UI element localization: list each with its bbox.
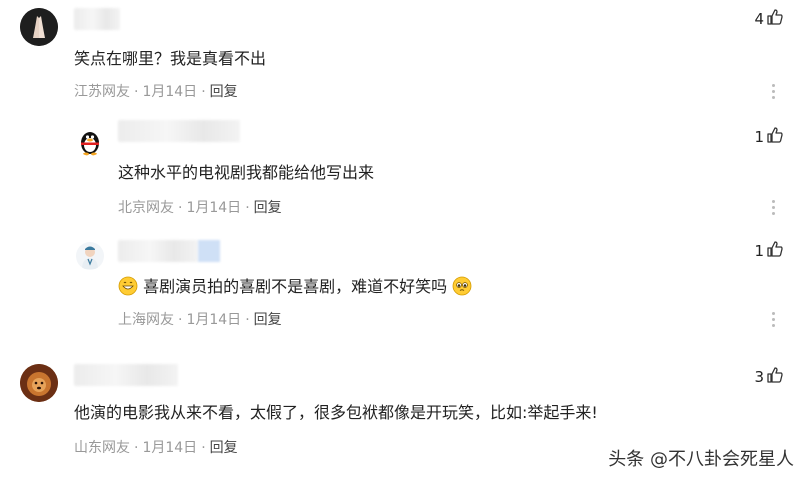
pleading-emoji-icon <box>452 276 472 296</box>
comment-date: 1月14日 <box>142 84 198 100</box>
comment-location: 山东网友 <box>74 440 130 456</box>
comment-text-row: 喜剧演员拍的喜剧不是喜剧，难道不好笑吗 <box>118 276 472 298</box>
like-count: 3 <box>754 368 764 386</box>
comment-text: 这种水平的电视剧我都能给他写出来 <box>118 163 375 182</box>
reply-button[interactable]: 回复 <box>210 84 238 100</box>
comment-date: 1月14日 <box>186 312 242 328</box>
like-count: 1 <box>754 128 764 146</box>
comment-location: 江苏网友 <box>74 84 130 100</box>
blurred-username <box>74 364 178 386</box>
lion-avatar-icon[interactable] <box>20 364 58 402</box>
like-counter[interactable]: 1 <box>754 126 784 148</box>
thumbs-up-icon[interactable] <box>766 240 784 262</box>
comment-date: 1月14日 <box>186 200 242 216</box>
comment-text: 他演的电影我从来不看，太假了，很多包袱都像是开玩笑，比如:举起手来! <box>74 403 598 422</box>
meta-separator: · <box>245 312 250 328</box>
praying-hands-avatar-icon[interactable] <box>20 8 58 46</box>
reply-button[interactable]: 回复 <box>254 200 282 216</box>
like-counter[interactable]: 3 <box>754 366 784 388</box>
blurred-username-accent <box>198 240 220 262</box>
like-count: 1 <box>754 242 764 260</box>
comment-text: 笑点在哪里？我是真看不出 <box>74 49 267 68</box>
like-counter[interactable]: 4 <box>754 8 784 30</box>
comment-text: 喜剧演员拍的喜剧不是喜剧，难道不好笑吗 <box>143 277 448 296</box>
comment-meta: 江苏网友 · 1月14日 · 回复 <box>74 82 238 102</box>
comment-meta: 北京网友 · 1月14日 · 回复 <box>118 198 282 218</box>
blurred-username <box>118 120 240 142</box>
penguin-avatar-icon[interactable] <box>76 128 104 156</box>
meta-separator: · <box>134 84 139 100</box>
comment-meta: 山东网友 · 1月14日 · 回复 <box>74 438 238 458</box>
reply-button[interactable]: 回复 <box>210 440 238 456</box>
doctor-avatar-icon[interactable] <box>76 242 104 270</box>
more-options-icon[interactable] <box>772 200 776 218</box>
comment-item: 1 这种水平的电视剧我都能给他写出来 北京网友 · 1月14日 · 回复 <box>0 118 808 232</box>
meta-separator: · <box>201 440 206 456</box>
blurred-username <box>74 8 120 30</box>
thumbs-up-icon[interactable] <box>766 126 784 148</box>
watermark: 头条 @不八卦会死星人 <box>608 449 794 470</box>
meta-separator: · <box>245 200 250 216</box>
thumbs-up-icon[interactable] <box>766 366 784 388</box>
like-counter[interactable]: 1 <box>754 240 784 262</box>
comment-item: 4 笑点在哪里？我是真看不出 江苏网友 · 1月14日 · 回复 <box>0 0 808 118</box>
meta-separator: · <box>201 84 206 100</box>
blurred-username <box>118 240 198 262</box>
comment-meta: 上海网友 · 1月14日 · 回复 <box>118 310 282 330</box>
like-count: 4 <box>754 10 764 28</box>
comment-location: 北京网友 <box>118 200 174 216</box>
meta-separator: · <box>134 440 139 456</box>
meta-separator: · <box>178 312 183 328</box>
meta-separator: · <box>178 200 183 216</box>
reply-button[interactable]: 回复 <box>254 312 282 328</box>
comment-location: 上海网友 <box>118 312 174 328</box>
more-options-icon[interactable] <box>772 84 776 102</box>
grin-emoji-icon <box>118 276 138 296</box>
comment-date: 1月14日 <box>142 440 198 456</box>
thumbs-up-icon[interactable] <box>766 8 784 30</box>
comment-item: 1 喜剧演员拍的喜剧不是喜剧，难道不好笑吗 上海网友 · 1月14日 · 回复 <box>0 232 808 344</box>
more-options-icon[interactable] <box>772 312 776 330</box>
